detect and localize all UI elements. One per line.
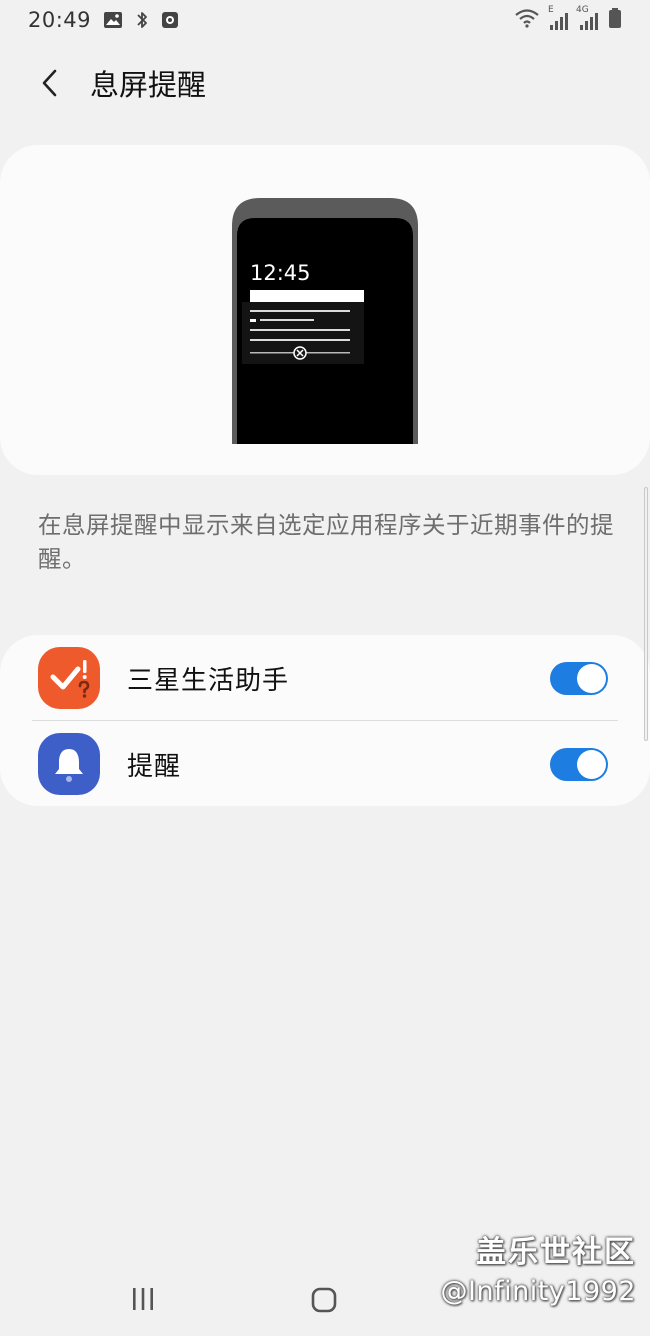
app-list: 三星生活助手 提醒: [0, 635, 650, 806]
list-item-reminder[interactable]: 提醒: [0, 721, 650, 807]
battery-icon: [608, 7, 622, 33]
reminder-toggle[interactable]: [550, 747, 608, 781]
app-bar: 息屏提醒: [0, 50, 650, 116]
chevron-left-icon: [42, 69, 57, 97]
list-item-label: 提醒: [127, 751, 182, 782]
samsung-assistant-toggle[interactable]: [550, 661, 608, 695]
toggle-knob: [577, 663, 606, 693]
network-4g-label: 4G: [576, 5, 589, 15]
image-icon: [103, 11, 123, 29]
signal-icon-2: 4G: [576, 5, 600, 31]
bell-icon: [38, 733, 100, 795]
home-icon: [311, 1287, 337, 1313]
status-time: 20:49: [28, 8, 92, 32]
status-bar: 20:49 E 4G: [0, 0, 650, 40]
screen-record-icon: [161, 11, 179, 29]
signal-icon-1: E: [548, 5, 570, 31]
preview-time: 12:45: [250, 261, 311, 285]
list-item-label: 三星生活助手: [127, 665, 290, 696]
page-title: 息屏提醒: [90, 68, 207, 102]
description-text: 在息屏提醒中显示来自选定应用程序关于近期事件的提醒。: [38, 511, 614, 573]
navigation-bar: [0, 1266, 650, 1336]
list-item-samsung-assistant[interactable]: 三星生活助手: [0, 635, 650, 721]
network-e-label: E: [548, 5, 554, 15]
toggle-knob: [577, 749, 606, 779]
recent-apps-icon: [133, 1288, 153, 1310]
reminder-check-icon: [38, 647, 100, 709]
wifi-icon: [514, 8, 540, 32]
back-button[interactable]: [18, 51, 82, 115]
home-button[interactable]: [310, 1286, 338, 1318]
recent-apps-button[interactable]: [131, 1286, 155, 1316]
preview-card: 12:45: [0, 145, 650, 475]
scrollbar[interactable]: [644, 487, 648, 741]
phone-preview-illustration: 12:45: [232, 198, 418, 444]
bluetooth-icon: [135, 10, 149, 30]
